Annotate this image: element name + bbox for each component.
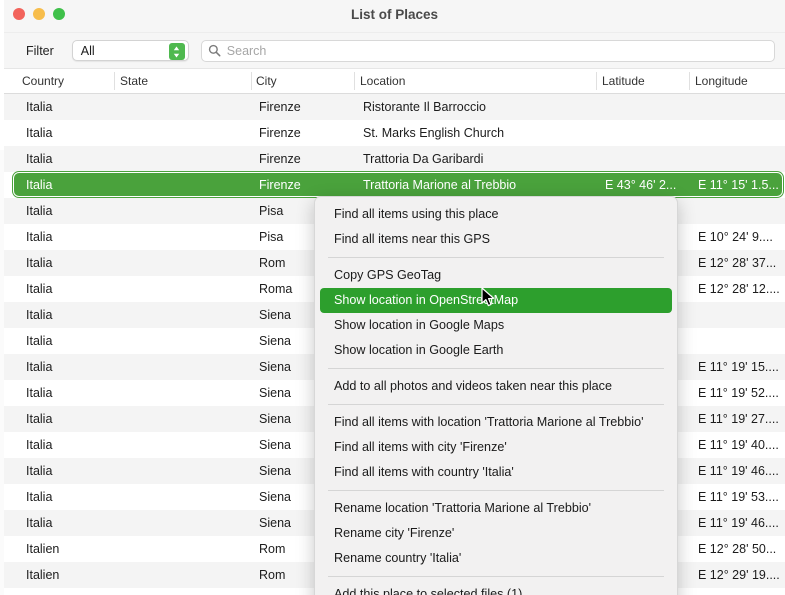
cell-longitude: E 11° 19' 46....: [698, 464, 779, 478]
cell-country: Italia: [26, 438, 53, 452]
context-menu-item[interactable]: Find all items near this GPS: [320, 227, 672, 252]
cell-country: Italia: [26, 282, 53, 296]
cell-country: Italia: [26, 204, 53, 218]
cell-country: Italia: [26, 412, 53, 426]
place-context-menu: Find all items using this place Find all …: [314, 196, 678, 595]
filter-label: Filter: [26, 43, 54, 58]
menu-separator: [328, 257, 664, 258]
cell-city: Firenze: [259, 100, 301, 114]
menu-separator: [328, 368, 664, 369]
menu-separator: [328, 576, 664, 577]
context-menu-item[interactable]: Rename country 'Italia': [320, 546, 672, 571]
cell-country: Italia: [26, 490, 53, 504]
cell-country: Italia: [26, 308, 53, 322]
page-title: List of Places: [350, 7, 439, 22]
menu-separator: [328, 404, 664, 405]
column-divider[interactable]: [114, 72, 115, 90]
context-menu-item[interactable]: Show location in OpenStreetMap: [320, 288, 672, 313]
cell-longitude: E 12° 29' 19....: [698, 568, 780, 582]
app-root: Metadaten List of Places Filter All: [0, 0, 785, 595]
context-menu-item[interactable]: Find all items with country 'Italia': [320, 460, 672, 485]
cell-country: Italia: [26, 334, 53, 348]
context-menu-item[interactable]: Rename city 'Firenze': [320, 521, 672, 546]
cell-country: Italia: [26, 386, 53, 400]
cell-longitude: E 12° 28' 37...: [698, 256, 777, 270]
column-header-location[interactable]: Location: [360, 74, 405, 88]
cell-longitude: E 12° 28' 50...: [698, 542, 777, 556]
table-row[interactable]: Italia Firenze Trattoria Da Garibardi: [4, 146, 785, 172]
context-menu-item[interactable]: Rename location 'Trattoria Marione al Tr…: [320, 496, 672, 521]
search-input[interactable]: [226, 43, 774, 58]
cell-country: Italia: [26, 178, 53, 192]
chevron-up-down-icon: [168, 43, 185, 60]
table-header-row: Country State City Location Latitude Lon…: [4, 69, 785, 94]
cell-longitude: E 11° 19' 52....: [698, 386, 779, 400]
column-header-state[interactable]: State: [120, 74, 148, 88]
column-header-longitude[interactable]: Longitude: [695, 74, 748, 88]
filter-select-value: All: [80, 43, 95, 58]
context-menu-item[interactable]: Find all items with city 'Firenze': [320, 435, 672, 460]
cell-longitude: E 10° 24' 9....: [698, 230, 773, 244]
menu-separator: [328, 490, 664, 491]
cell-city: Firenze: [259, 178, 301, 192]
context-menu-item[interactable]: Add this place to selected files (1): [320, 582, 672, 595]
context-menu-item[interactable]: Find all items with location 'Trattoria …: [320, 410, 672, 435]
column-divider[interactable]: [251, 72, 252, 90]
cell-country: Italia: [26, 464, 53, 478]
cell-longitude: E 11° 19' 27....: [698, 412, 779, 426]
cell-longitude: E 12° 28' 12....: [698, 282, 780, 296]
cell-country: Italia: [26, 256, 53, 270]
cell-country: Italia: [26, 230, 53, 244]
cell-city: Firenze: [259, 126, 301, 140]
cell-country: Italia: [26, 516, 53, 530]
context-menu-item[interactable]: Add to all photos and videos taken near …: [320, 374, 672, 399]
table-row[interactable]: Italia Firenze Ristorante Il Barroccio: [4, 94, 785, 120]
filter-toolbar: Filter All: [4, 33, 785, 69]
cell-location: St. Marks English Church: [363, 126, 505, 140]
column-divider[interactable]: [354, 72, 355, 90]
context-menu-item[interactable]: Show location in Google Earth: [320, 338, 672, 363]
cell-country: Italien: [26, 542, 60, 556]
cell-latitude: E 43° 46' 2...: [605, 178, 677, 192]
search-icon: [208, 44, 221, 57]
context-menu-item[interactable]: Show location in Google Maps: [320, 313, 672, 338]
cell-longitude: E 11° 15' 1.5...: [698, 178, 779, 192]
column-divider[interactable]: [596, 72, 597, 90]
cell-longitude: E 11° 19' 53....: [698, 490, 779, 504]
table-row[interactable]: Italia Firenze Trattoria Marione al Trebbi…: [4, 172, 785, 198]
column-header-city[interactable]: City: [256, 74, 277, 88]
cell-location: Ristorante Il Barroccio: [363, 100, 486, 114]
cell-city: Firenze: [259, 152, 301, 166]
column-divider[interactable]: [689, 72, 690, 90]
context-menu-item[interactable]: Copy GPS GeoTag: [320, 263, 672, 288]
cell-longitude: E 11° 19' 40....: [698, 438, 779, 452]
search-field[interactable]: [200, 39, 775, 62]
cell-country: Italien: [26, 568, 60, 582]
table-row[interactable]: Italia Firenze St. Marks English Church: [4, 120, 785, 146]
cell-location: Trattoria Marione al Trebbio: [363, 178, 517, 192]
cell-country: Italia: [26, 126, 53, 140]
cell-country: Italia: [26, 100, 53, 114]
column-header-country[interactable]: Country: [22, 74, 64, 88]
cell-longitude: E 11° 19' 15....: [698, 360, 779, 374]
window-titlebar: List of Places: [4, 0, 785, 33]
cell-longitude: E 11° 19' 46....: [698, 516, 779, 530]
cell-location: Trattoria Da Garibardi: [363, 152, 484, 166]
column-header-latitude[interactable]: Latitude: [602, 74, 645, 88]
cell-country: Italia: [26, 360, 53, 374]
filter-select[interactable]: All: [71, 40, 189, 61]
context-menu-item[interactable]: Find all items using this place: [320, 202, 672, 227]
cell-country: Italia: [26, 152, 53, 166]
